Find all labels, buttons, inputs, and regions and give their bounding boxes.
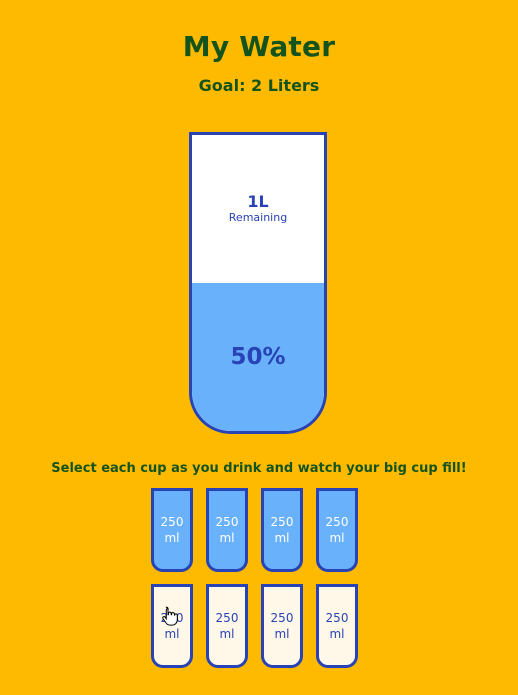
remaining-amount: 1L: [247, 192, 269, 211]
cup-unit: ml: [219, 627, 235, 641]
cup-label: 250 ml: [161, 514, 184, 546]
cup-label: 250 ml: [216, 610, 239, 642]
small-cup[interactable]: 250 ml: [206, 584, 248, 668]
big-cup: 1L Remaining 50%: [189, 132, 327, 434]
small-cup[interactable]: 250 ml: [151, 584, 193, 668]
cup-amount: 250: [160, 515, 184, 529]
percentage-label: 50%: [230, 344, 286, 370]
cup-unit: ml: [274, 531, 290, 545]
instructions-text: Select each cup as you drink and watch y…: [51, 461, 467, 476]
small-cup[interactable]: 250 ml: [206, 488, 248, 572]
filled-percentage: 50%: [192, 283, 324, 431]
cup-amount: 250: [215, 515, 239, 529]
cup-label: 250 ml: [326, 514, 349, 546]
small-cup[interactable]: 250 ml: [261, 488, 303, 572]
cup-unit: ml: [274, 627, 290, 641]
small-cup[interactable]: 250 ml: [151, 488, 193, 572]
remaining-section: 1L Remaining: [192, 135, 324, 283]
cup-unit: ml: [164, 531, 180, 545]
cup-label: 250 ml: [271, 514, 294, 546]
goal-text: Goal: 2 Liters: [198, 76, 320, 95]
cup-unit: ml: [219, 531, 235, 545]
small-cups-grid: 250 ml 250 ml 250 ml 250 ml 250 ml 250 m…: [151, 488, 367, 668]
remaining-label: Remaining: [228, 211, 288, 224]
small-cup[interactable]: 250 ml: [261, 584, 303, 668]
page-title: My Water: [182, 30, 336, 63]
cup-amount: 250: [270, 611, 294, 625]
small-cup[interactable]: 250 ml: [316, 584, 358, 668]
cup-unit: ml: [329, 627, 345, 641]
small-cup[interactable]: 250 ml: [316, 488, 358, 572]
cup-amount: 250: [270, 515, 294, 529]
cup-unit: ml: [329, 531, 345, 545]
cup-amount: 250: [215, 611, 239, 625]
cup-label: 250 ml: [216, 514, 239, 546]
cup-amount: 250: [325, 515, 349, 529]
cup-label: 250 ml: [161, 610, 184, 642]
cup-label: 250 ml: [271, 610, 294, 642]
cup-unit: ml: [164, 627, 180, 641]
cup-amount: 250: [160, 611, 184, 625]
cup-label: 250 ml: [326, 610, 349, 642]
cup-amount: 250: [325, 611, 349, 625]
